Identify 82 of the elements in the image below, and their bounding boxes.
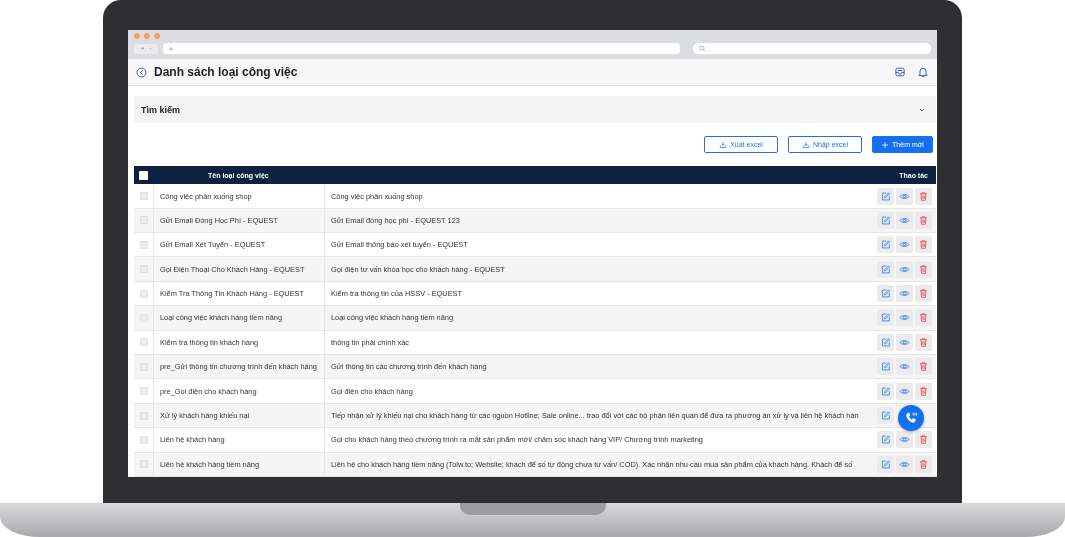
trash-icon — [918, 385, 929, 397]
view-button[interactable] — [896, 358, 913, 376]
window-control-dot[interactable] — [134, 33, 140, 39]
window-control-dot[interactable] — [154, 33, 160, 39]
delete-button[interactable] — [915, 382, 932, 400]
trash-icon — [918, 336, 929, 348]
window-control-dot[interactable] — [144, 33, 150, 39]
row-checkbox[interactable] — [139, 435, 148, 444]
row-checkbox[interactable] — [139, 240, 148, 249]
edit-icon — [880, 385, 891, 397]
row-checkbox[interactable] — [139, 338, 148, 347]
edit-button[interactable] — [877, 309, 894, 327]
edit-icon — [880, 239, 891, 251]
edit-button[interactable] — [877, 236, 894, 254]
edit-icon — [880, 410, 891, 421]
trash-icon — [918, 312, 929, 324]
select-all-checkbox[interactable] — [139, 170, 148, 180]
delete-button[interactable] — [915, 260, 932, 278]
plus-icon — [881, 140, 890, 149]
edit-icon — [880, 263, 891, 275]
edit-button[interactable] — [877, 431, 894, 449]
delete-button[interactable] — [915, 309, 932, 327]
edit-button[interactable] — [877, 407, 894, 424]
edit-icon — [880, 288, 891, 300]
delete-button[interactable] — [915, 285, 932, 303]
back-icon[interactable] — [136, 66, 147, 78]
edit-icon — [880, 458, 891, 470]
view-button[interactable] — [896, 260, 913, 278]
page-title: Danh sách loại công việc — [154, 65, 299, 80]
edit-icon — [880, 190, 891, 202]
trash-icon — [918, 434, 929, 446]
delete-button[interactable] — [915, 187, 932, 205]
edit-icon — [880, 312, 891, 324]
trash-icon — [918, 190, 929, 202]
edit-button[interactable] — [877, 187, 894, 205]
search-field[interactable] — [693, 43, 931, 54]
trash-icon — [918, 214, 929, 226]
edit-button[interactable] — [877, 382, 894, 400]
delete-button[interactable] — [915, 333, 932, 351]
delete-button[interactable] — [915, 358, 932, 376]
view-button[interactable] — [896, 187, 913, 205]
edit-button[interactable] — [877, 455, 894, 473]
download-tray-icon — [719, 140, 728, 149]
view-button[interactable] — [896, 285, 913, 303]
view-button[interactable] — [896, 455, 913, 473]
plus-icon[interactable] — [168, 45, 174, 52]
delete-button[interactable] — [915, 431, 932, 449]
edit-button[interactable] — [877, 260, 894, 278]
bell-icon[interactable] — [917, 66, 929, 79]
delete-button[interactable] — [915, 455, 932, 473]
phone-icon — [904, 411, 918, 425]
edit-button[interactable] — [877, 285, 894, 303]
view-button[interactable] — [896, 431, 913, 449]
back-arrow-icon[interactable] — [139, 46, 145, 51]
trash-icon — [918, 458, 929, 470]
edit-button[interactable] — [877, 333, 894, 351]
trash-icon — [918, 263, 929, 275]
view-button[interactable] — [896, 236, 913, 254]
row-checkbox[interactable] — [139, 289, 148, 298]
delete-button[interactable] — [915, 211, 932, 229]
edit-icon — [880, 434, 891, 446]
edit-icon — [880, 361, 891, 373]
search-panel-label: Tìm kiếm — [141, 104, 180, 115]
trash-icon — [918, 288, 929, 300]
view-button[interactable] — [896, 333, 913, 351]
trash-icon — [918, 239, 929, 251]
delete-button[interactable] — [915, 236, 932, 254]
view-button[interactable] — [896, 211, 913, 229]
edit-icon — [880, 214, 891, 226]
download-tray-icon — [802, 140, 810, 149]
view-button[interactable] — [896, 382, 913, 400]
row-checkbox[interactable] — [139, 387, 148, 396]
edit-icon — [880, 336, 891, 348]
inbox-icon[interactable] — [894, 66, 906, 79]
edit-button[interactable] — [877, 211, 894, 229]
edit-button[interactable] — [877, 358, 894, 376]
address-field[interactable] — [163, 43, 680, 54]
view-button[interactable] — [896, 309, 913, 327]
trash-icon — [918, 361, 929, 373]
search-icon[interactable] — [699, 45, 706, 52]
row-checkbox[interactable] — [139, 192, 148, 200]
search-panel[interactable]: Tìm kiếm — [134, 96, 936, 124]
